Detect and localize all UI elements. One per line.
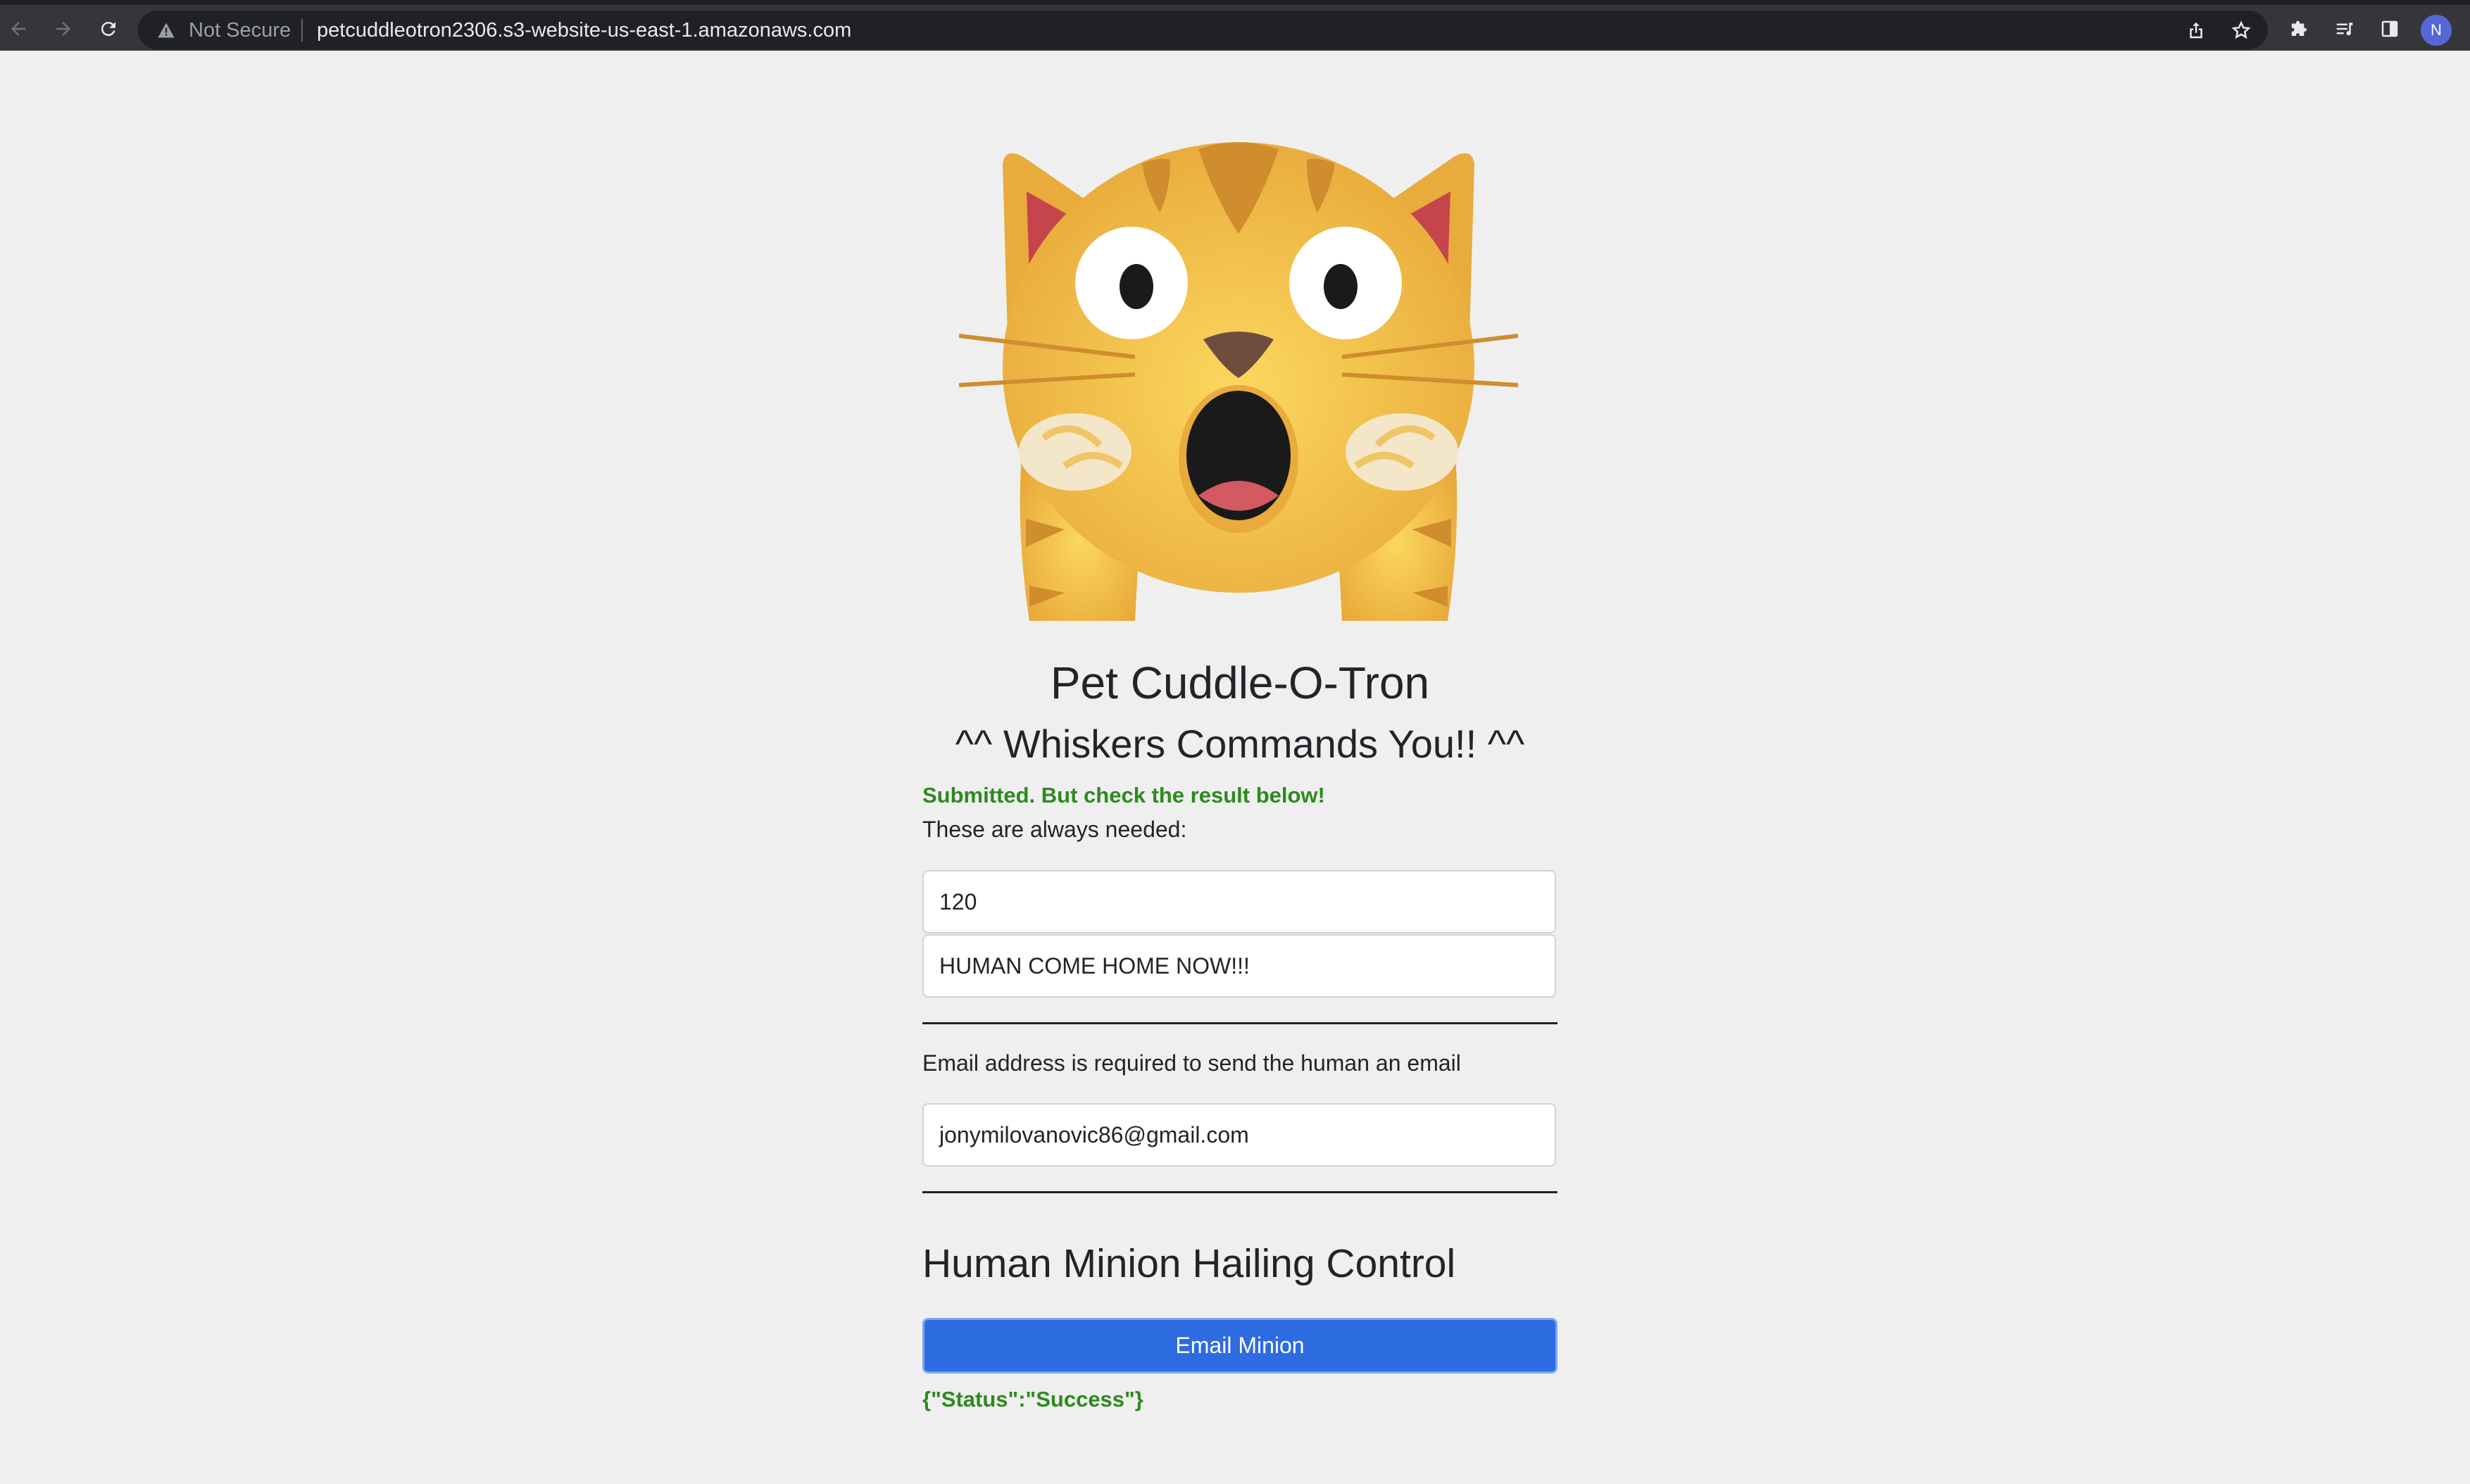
warning-icon (158, 23, 175, 38)
always-needed-label: These are always needed: (922, 817, 1187, 842)
message-input[interactable]: HUMAN COME HOME NOW!!! (922, 934, 1556, 998)
email-minion-button[interactable]: Email Minion (922, 1318, 1557, 1373)
page-subtitle: ^^ Whiskers Commands You!! ^^ (955, 722, 1525, 766)
hailing-control-heading: Human Minion Hailing Control (922, 1241, 1456, 1286)
share-icon[interactable] (2186, 20, 2207, 41)
wait-seconds-input[interactable]: 120 (922, 870, 1556, 933)
address-divider (301, 19, 303, 42)
side-panel-icon[interactable] (2378, 18, 2401, 40)
email-required-label: Email address is required to send the hu… (922, 1050, 1461, 1076)
reading-list-icon[interactable] (2333, 18, 2356, 40)
security-label[interactable]: Not Secure (189, 19, 291, 42)
extensions-icon[interactable] (2288, 18, 2311, 40)
browser-toolbar: Not Secure petcuddleotron2306.s3-website… (0, 0, 2470, 51)
section-divider (922, 1022, 1557, 1024)
forward-icon[interactable] (52, 18, 75, 40)
screaming-cat-image (959, 142, 1518, 621)
page-title: Pet Cuddle-O-Tron (1050, 658, 1430, 708)
address-bar[interactable]: Not Secure petcuddleotron2306.s3-website… (138, 11, 2268, 49)
section-divider (922, 1191, 1557, 1193)
email-input[interactable]: jonymilovanovic86@gmail.com (922, 1103, 1556, 1167)
submit-notice: Submitted. But check the result below! (922, 783, 1325, 807)
bookmark-star-icon[interactable] (2231, 20, 2252, 41)
profile-avatar[interactable]: N (2421, 15, 2452, 46)
reload-icon[interactable] (97, 18, 120, 40)
back-icon[interactable] (7, 18, 30, 40)
url-text[interactable]: petcuddleotron2306.s3-website-us-east-1.… (317, 19, 851, 42)
result-status: {"Status":"Success"} (922, 1387, 1143, 1411)
